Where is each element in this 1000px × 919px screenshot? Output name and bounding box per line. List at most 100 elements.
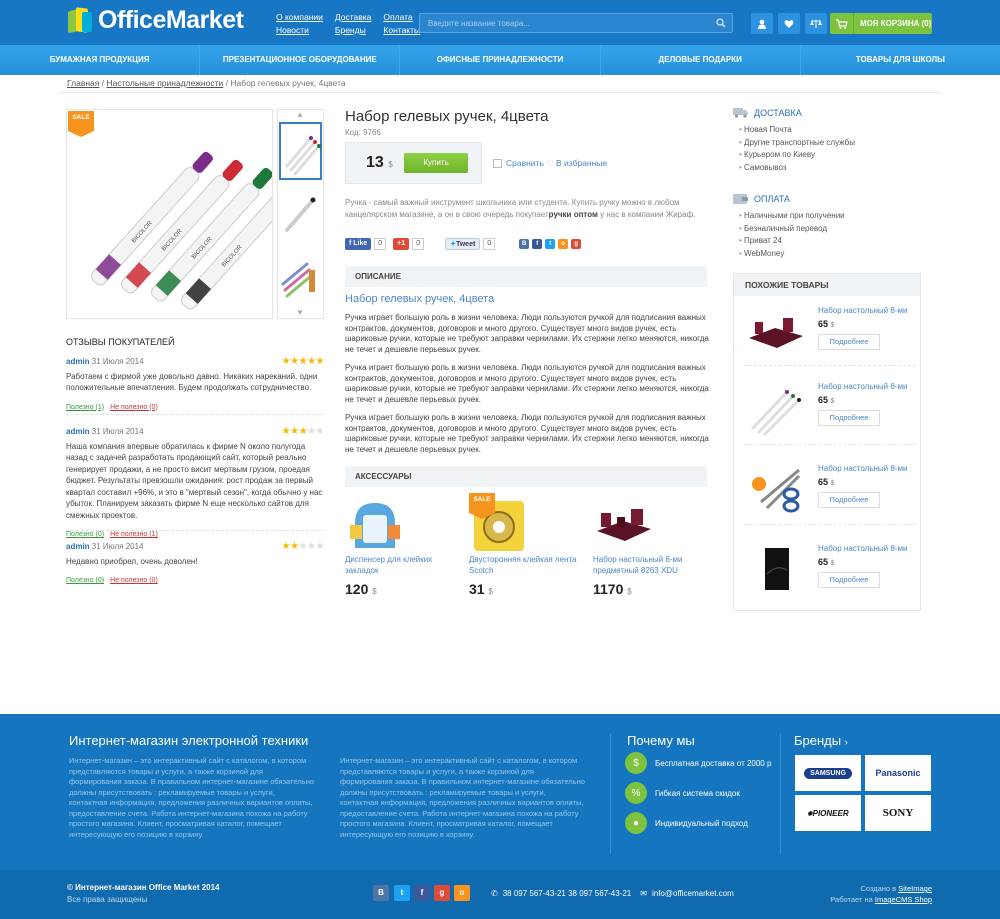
search-input[interactable] bbox=[420, 14, 700, 32]
helpful-link[interactable]: Полезно (1) bbox=[66, 404, 104, 411]
twitter-share-icon[interactable]: t bbox=[545, 239, 556, 249]
user-button[interactable] bbox=[751, 13, 773, 34]
product-main-image[interactable]: SALE BICOLOR BICOLOR BICOLOR BICOLOR bbox=[66, 109, 303, 319]
similar-item[interactable]: Набор настольный 8-ми 65 $ Подробнее bbox=[744, 544, 916, 614]
accessory-name[interactable]: Диспенсер для клейких закладок bbox=[345, 555, 465, 576]
tweet-count: 0 bbox=[483, 238, 496, 250]
thumbnail-3[interactable] bbox=[279, 250, 322, 308]
accessory-name[interactable]: Двусторонняя клейкая лента Scotch bbox=[469, 555, 589, 576]
wishlist-button[interactable] bbox=[778, 13, 800, 34]
compare-button[interactable] bbox=[805, 13, 827, 34]
brand-panasonic[interactable]: Panasonic bbox=[865, 755, 931, 791]
link-contacts[interactable]: Контакты bbox=[383, 25, 420, 35]
nav-paper[interactable]: Бумажная продукция bbox=[0, 45, 201, 75]
compare-checkbox[interactable]: Сравнить bbox=[493, 158, 544, 168]
similar-image[interactable] bbox=[747, 306, 805, 361]
accessory-item-1[interactable]: Диспенсер для клейких закладок 120 $ bbox=[345, 493, 465, 597]
review-author[interactable]: admin bbox=[66, 357, 90, 366]
accessory-image[interactable] bbox=[593, 493, 653, 553]
user-icon bbox=[758, 19, 766, 29]
link-delivery[interactable]: Доставка bbox=[335, 12, 372, 22]
gplus-footer-icon[interactable]: g bbox=[434, 885, 450, 901]
copyright: © Интернет-магазин Office Market 2014 bbox=[67, 883, 220, 892]
facebook-icon[interactable]: f bbox=[532, 239, 543, 249]
link-brands[interactable]: Бренды bbox=[335, 25, 372, 35]
brands-title[interactable]: Бренды › bbox=[794, 733, 848, 748]
gplus-count: 0 bbox=[412, 238, 425, 250]
nav-office[interactable]: Офисные принадлежности bbox=[400, 45, 601, 75]
siteimage-link[interactable]: SiteImage bbox=[898, 884, 932, 893]
review-author[interactable]: admin bbox=[66, 427, 90, 436]
similar-price: 65 bbox=[818, 557, 829, 567]
imagecms-link[interactable]: ImageCMS Shop bbox=[875, 895, 932, 904]
checkbox-icon[interactable] bbox=[493, 158, 502, 168]
helpful-link[interactable]: Полезно (0) bbox=[66, 531, 104, 538]
gplus-button[interactable]: +1 bbox=[393, 238, 410, 250]
similar-name[interactable]: Набор настольный 8-ми bbox=[818, 382, 907, 391]
link-news[interactable]: Новости bbox=[276, 25, 323, 35]
facebook-footer-icon[interactable]: f bbox=[414, 885, 430, 901]
nav-presentation[interactable]: Презентационное оборудование bbox=[200, 45, 401, 75]
email-link[interactable]: info@officemarket.com bbox=[652, 889, 734, 898]
similar-image[interactable] bbox=[747, 382, 805, 437]
logo[interactable]: OfficeMarket bbox=[68, 6, 244, 35]
not-helpful-link[interactable]: Не полезно (1) bbox=[110, 531, 158, 538]
accessory-image[interactable] bbox=[345, 493, 405, 553]
review-date: 31 Июля 2014 bbox=[91, 542, 144, 551]
why-item: % Гибкая система скидок bbox=[625, 782, 740, 804]
details-button[interactable]: Подробнее bbox=[818, 572, 880, 588]
accessory-name[interactable]: Набор настольный 8-ми предметный 8263 XD… bbox=[593, 555, 713, 576]
similar-image[interactable] bbox=[747, 464, 805, 519]
details-button[interactable]: Подробнее bbox=[818, 334, 880, 350]
chevron-down-icon[interactable]: ▼ bbox=[296, 308, 304, 317]
review-2: admin 31 Июля 2014 ★★★★★ Наша компания в… bbox=[66, 426, 324, 541]
nav-gifts[interactable]: Деловые подарки bbox=[601, 45, 801, 75]
payment-title: ОПЛАТА bbox=[754, 193, 790, 204]
odnoklassniki-icon[interactable]: o bbox=[558, 239, 569, 249]
vk-footer-icon[interactable]: B bbox=[373, 885, 389, 901]
cart-button[interactable]: МОЯ КОРЗИНА (0) bbox=[830, 13, 932, 34]
brand-sony[interactable]: SONY bbox=[865, 795, 931, 831]
details-button[interactable]: Подробнее bbox=[818, 410, 880, 426]
similar-image[interactable] bbox=[747, 544, 805, 599]
thumbnail-2[interactable] bbox=[279, 186, 322, 244]
delivery-item: Новая Почта bbox=[739, 124, 855, 137]
heart-icon bbox=[784, 19, 794, 28]
nav-school[interactable]: Товары для школы bbox=[801, 45, 1000, 75]
odnoklassniki-footer-icon[interactable]: o bbox=[454, 885, 470, 901]
chevron-up-icon[interactable]: ▲ bbox=[296, 110, 304, 119]
facebook-like-button[interactable]: f Like bbox=[345, 238, 372, 250]
breadcrumb-category[interactable]: Настольные принадлежности bbox=[106, 78, 223, 88]
gplus-share-icon[interactable]: g bbox=[571, 239, 582, 249]
not-helpful-link[interactable]: Не полезно (0) bbox=[110, 577, 158, 584]
accessories-header: АКСЕССУАРЫ bbox=[345, 466, 707, 487]
twitter-footer-icon[interactable]: t bbox=[394, 885, 410, 901]
mail-icon: ✉ bbox=[640, 889, 647, 898]
description-title: Набор гелевых ручек, 4цвета bbox=[345, 293, 495, 305]
vk-icon[interactable]: B bbox=[519, 239, 530, 249]
link-payment[interactable]: Оплата bbox=[383, 12, 420, 22]
similar-name[interactable]: Набор настольный 8-ми bbox=[818, 464, 907, 473]
link-about[interactable]: О компании bbox=[276, 12, 323, 22]
breadcrumb-home[interactable]: Главная bbox=[67, 78, 99, 88]
similar-name[interactable]: Набор настольный 8-ми bbox=[818, 544, 907, 553]
not-helpful-link[interactable]: Не полезно (0) bbox=[110, 404, 158, 411]
buy-button[interactable]: Купить bbox=[404, 153, 468, 173]
brand-samsung[interactable]: SAMSUNG bbox=[795, 755, 861, 791]
tweet-button[interactable]: ✦Tweet bbox=[445, 238, 481, 250]
chevron-right-icon: › bbox=[844, 737, 848, 747]
accessory-item-3[interactable]: Набор настольный 8-ми предметный 8263 XD… bbox=[593, 493, 713, 597]
similar-name[interactable]: Набор настольный 8-ми bbox=[818, 306, 907, 315]
review-author[interactable]: admin bbox=[66, 542, 90, 551]
rating-stars: ★★★★★ bbox=[281, 426, 325, 437]
helpful-link[interactable]: Полезно (0) bbox=[66, 577, 104, 584]
accessory-image[interactable]: SALE bbox=[469, 493, 529, 553]
add-favorite[interactable]: ♡ В избранные bbox=[546, 158, 607, 169]
similar-item[interactable]: Набор настольный 8-ми 65 $ Подробнее bbox=[744, 382, 916, 452]
details-button[interactable]: Подробнее bbox=[818, 492, 880, 508]
footer-bottom: © Интернет-магазин Office Market 2014 Вс… bbox=[0, 870, 1000, 919]
search-icon[interactable] bbox=[716, 18, 726, 28]
accessory-item-2[interactable]: SALE Двусторонняя клейкая лента Scotch 3… bbox=[469, 493, 589, 597]
thumbnail-1[interactable] bbox=[279, 122, 322, 180]
brand-pioneer[interactable]: ◉ PIONEER bbox=[795, 795, 861, 831]
